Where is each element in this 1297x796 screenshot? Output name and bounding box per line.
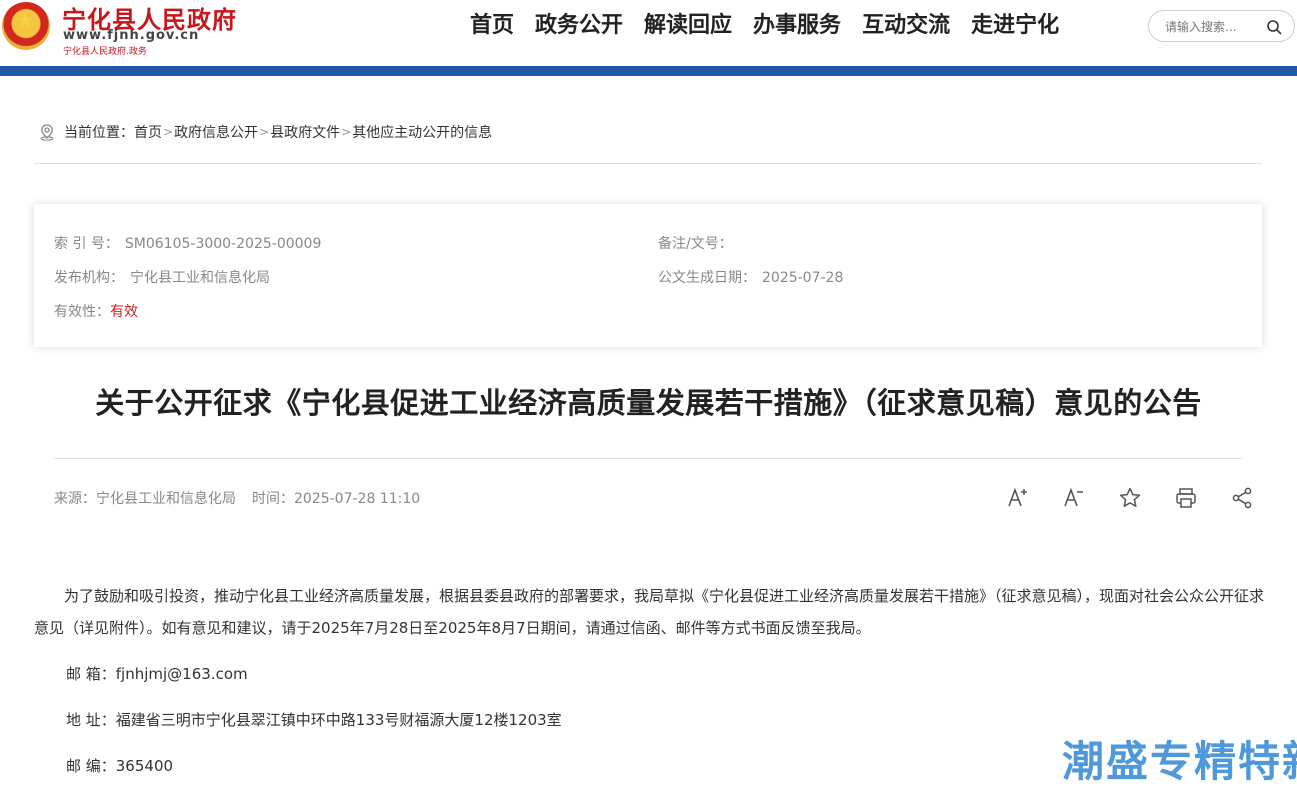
national-emblem-logo[interactable]: ★ [2,2,50,50]
search-input[interactable] [1165,17,1265,37]
info-validity-label: 有效性： [54,304,110,320]
breadcrumb: 当前位置： 首页 > 政府信息公开 > 县政府文件 > 其他应主动公开的信息 [38,122,492,142]
divider [54,458,1242,459]
info-date-label: 公文生成日期： [658,270,756,286]
search-icon[interactable] [1266,19,1282,35]
nav-about-ninghua[interactable]: 走进宁化 [971,12,1059,40]
share-button[interactable] [1214,484,1270,512]
font-decrease-button[interactable] [1046,484,1102,512]
article-tools [990,484,1270,512]
breadcrumb-separator: > [259,125,270,139]
breadcrumb-separator: > [163,125,174,139]
breadcrumb-county-documents[interactable]: 县政府文件 [270,122,340,142]
time-value: 2025-07-28 11:10 [294,491,421,507]
article-title: 关于公开征求《宁化县促进工业经济高质量发展若干措施》（征求意见稿）意见的公告 [95,386,1202,420]
nav-services[interactable]: 办事服务 [753,12,841,40]
time-label: 时间： [252,491,294,507]
info-index-value: SM06105-3000-2025-00009 [124,236,322,252]
document-info-box: 索 引 号： SM06105-3000-2025-00009 备注/文号： 发布机… [34,204,1262,347]
info-validity: 有效性：有效 [54,301,138,321]
favorite-star-icon [1119,487,1141,507]
nav-interpretation[interactable]: 解读回应 [644,12,732,40]
site-subtitle: 宁化县人民政府.政务 [63,47,147,57]
article-paragraph: 为了鼓励和吸引投资，推动宁化县工业经济高质量发展，根据县委县政府的部署要求，我局… [34,587,1265,637]
info-note-label: 备注/文号： [658,236,733,252]
info-publisher-label: 发布机构： [54,270,124,286]
contact-email: 邮 箱：fjnhjmj@163.com [66,665,248,683]
article-meta: 来源：宁化县工业和信息化局 时间：2025-07-28 11:10 [54,488,420,508]
breadcrumb-separator: > [341,125,352,139]
share-icon [1232,487,1252,509]
info-note: 备注/文号： [658,233,739,253]
header-blue-bar [0,66,1297,76]
breadcrumb-info-disclosure[interactable]: 政府信息公开 [174,122,258,142]
main-nav: 首页 政务公开 解读回应 办事服务 互动交流 走进宁化 [470,12,1059,40]
breadcrumb-prefix: 当前位置： [64,125,134,141]
search-box [1148,10,1295,42]
source-label: 来源： [54,491,96,507]
info-publisher: 发布机构： 宁化县工业和信息化局 [54,267,270,287]
info-index-label: 索 引 号： [54,236,119,252]
info-validity-value: 有效 [110,304,138,320]
location-pin-icon [40,124,54,141]
breadcrumb-other-info[interactable]: 其他应主动公开的信息 [352,122,492,142]
info-date-value: 2025-07-28 [762,270,844,286]
nav-interaction[interactable]: 互动交流 [862,12,950,40]
info-index: 索 引 号： SM06105-3000-2025-00009 [54,233,321,253]
source-value: 宁化县工业和信息化局 [96,491,236,507]
favorite-button[interactable] [1102,484,1158,512]
breadcrumb-home[interactable]: 首页 [134,122,162,142]
font-increase-icon [1008,487,1027,507]
font-increase-button[interactable] [990,484,1046,512]
nav-home[interactable]: 首页 [470,12,514,40]
nav-government-affairs[interactable]: 政务公开 [535,12,623,40]
site-url: www.fjnh.gov.cn [63,28,200,43]
print-button[interactable] [1158,484,1214,512]
divider [34,163,1262,164]
info-date: 公文生成日期： 2025-07-28 [658,267,843,287]
site-header: ★ 宁化县人民政府 www.fjnh.gov.cn 宁化县人民政府.政务 首页 … [0,0,1297,66]
watermark-text: 潮盛专精特新 [1062,737,1297,786]
print-icon [1176,488,1196,508]
font-decrease-icon [1064,487,1083,507]
info-publisher-value: 宁化县工业和信息化局 [130,270,270,286]
